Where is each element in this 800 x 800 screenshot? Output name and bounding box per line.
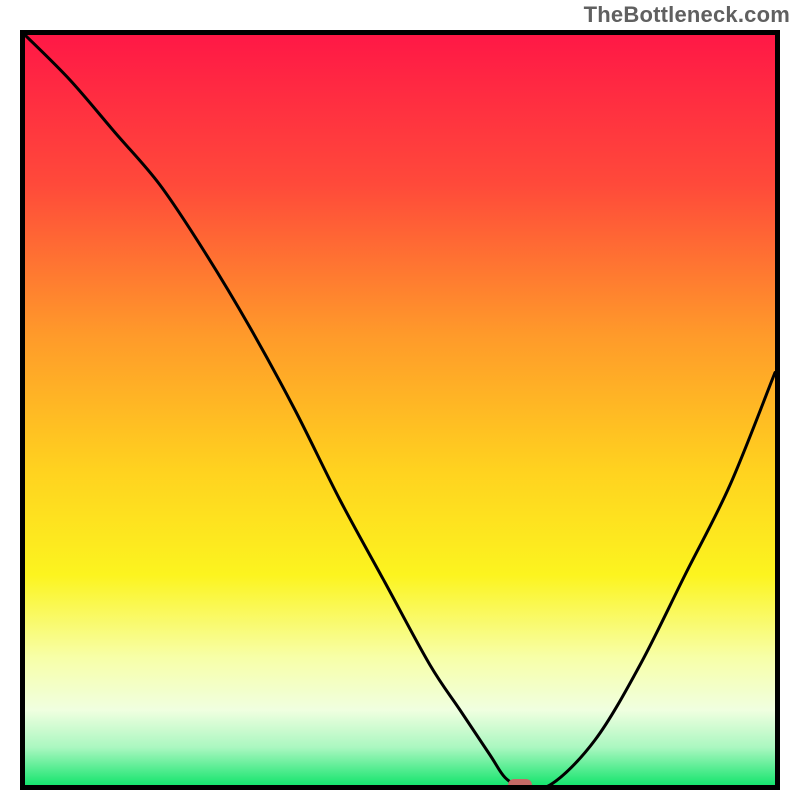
- curve-path: [25, 35, 775, 785]
- plot-frame: [20, 30, 780, 790]
- optimal-marker: [508, 779, 532, 790]
- watermark-label: TheBottleneck.com: [584, 2, 790, 28]
- bottleneck-curve: [25, 35, 775, 785]
- chart-container: TheBottleneck.com: [0, 0, 800, 800]
